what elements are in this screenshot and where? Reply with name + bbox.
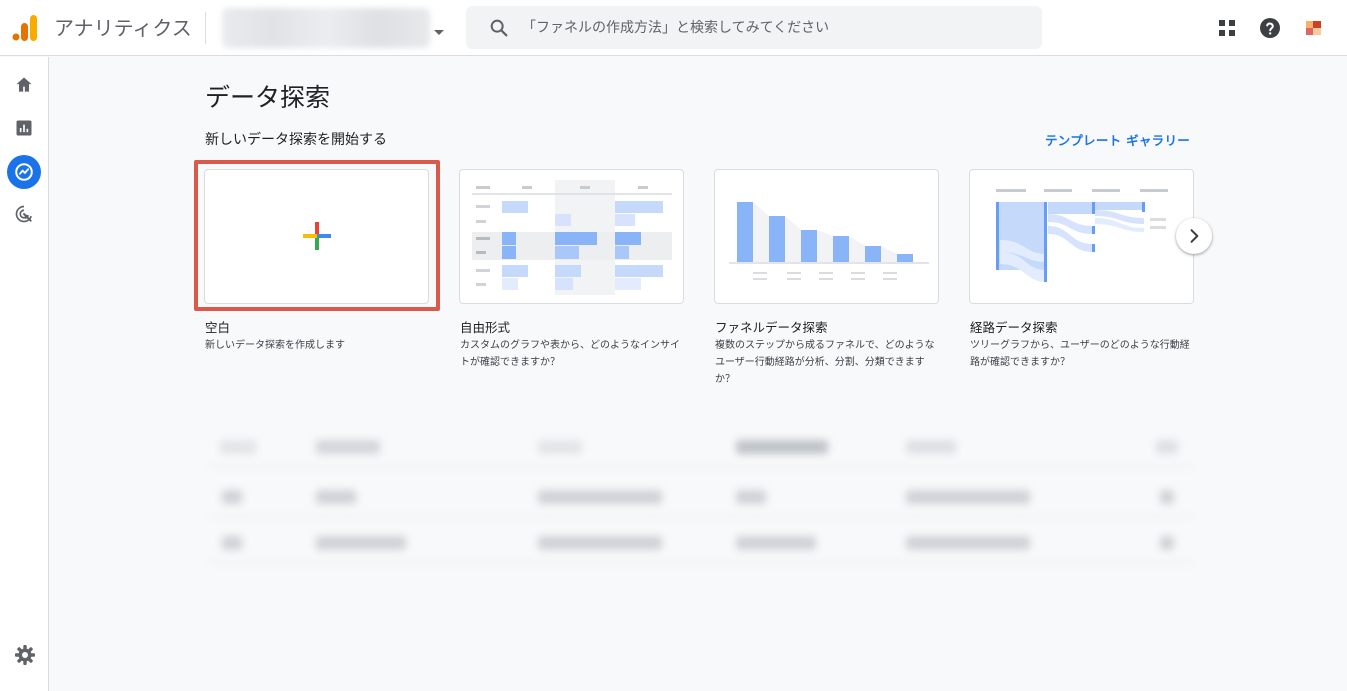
template-gallery-link[interactable]: テンプレート ギャラリー xyxy=(1045,130,1190,149)
left-navigation-rail xyxy=(0,57,49,691)
table-row xyxy=(208,475,1194,517)
template-tile-funnel[interactable] xyxy=(714,169,939,304)
path-thumbnail xyxy=(996,189,1168,282)
reports-icon xyxy=(16,120,32,136)
funnel-thumbnail xyxy=(729,202,929,280)
table-row xyxy=(208,521,1194,563)
tile-label-funnel: ファネルデータ探索 xyxy=(715,320,828,335)
carousel-next-button[interactable] xyxy=(1176,218,1212,254)
app-title: アナリティクス xyxy=(54,16,192,40)
tile-label-free-form: 自由形式 xyxy=(460,320,511,335)
account-avatar-icon[interactable] xyxy=(1302,16,1326,40)
home-icon xyxy=(16,77,32,92)
analytics-logo-icon[interactable] xyxy=(12,15,38,41)
help-icon[interactable] xyxy=(1258,16,1282,40)
explorations-table-blurred xyxy=(208,425,1194,565)
search-box[interactable] xyxy=(466,6,1042,49)
explore-icon xyxy=(15,163,33,181)
search-icon xyxy=(490,19,508,37)
tile-label-path: 経路データ探索 xyxy=(970,320,1058,335)
template-tile-blank[interactable] xyxy=(204,169,429,304)
advertising-icon xyxy=(15,205,32,223)
plus-icon xyxy=(303,222,331,250)
template-tile-free-form[interactable] xyxy=(459,169,684,304)
tile-desc-path: ツリーグラフから、ユーザーのどのような行動経路が確認できますか？ xyxy=(970,340,1190,368)
caret-down-icon[interactable] xyxy=(434,30,444,35)
free-form-thumbnail xyxy=(472,180,672,295)
rail-explore[interactable] xyxy=(7,155,41,189)
page-title: データ探索 xyxy=(205,83,331,112)
rail-home[interactable] xyxy=(7,68,41,102)
table-header-row xyxy=(208,425,1194,467)
chevron-right-icon xyxy=(1190,229,1199,243)
rail-reports[interactable] xyxy=(7,111,41,145)
tile-label-blank: 空白 xyxy=(205,320,231,335)
tile-desc-free-form: カスタムのグラフや表から、どのようなインサイトが確認できますか？ xyxy=(460,340,680,368)
section-title: 新しいデータ探索を開始する xyxy=(205,132,387,148)
apps-grid-icon[interactable] xyxy=(1215,16,1239,40)
top-app-bar: アナリティクス xyxy=(0,0,1347,56)
search-input[interactable] xyxy=(522,6,1022,49)
template-tile-path[interactable] xyxy=(969,169,1194,304)
tile-desc-funnel: 複数のステップから成るファネルで、どのようなユーザー行動経路が分析、分割、分類で… xyxy=(715,340,935,385)
settings-gear-icon[interactable] xyxy=(13,643,37,667)
divider xyxy=(205,12,206,44)
rail-advertising[interactable] xyxy=(7,197,41,231)
account-selector[interactable] xyxy=(222,8,430,48)
tile-desc-blank: 新しいデータ探索を作成します xyxy=(205,340,345,351)
